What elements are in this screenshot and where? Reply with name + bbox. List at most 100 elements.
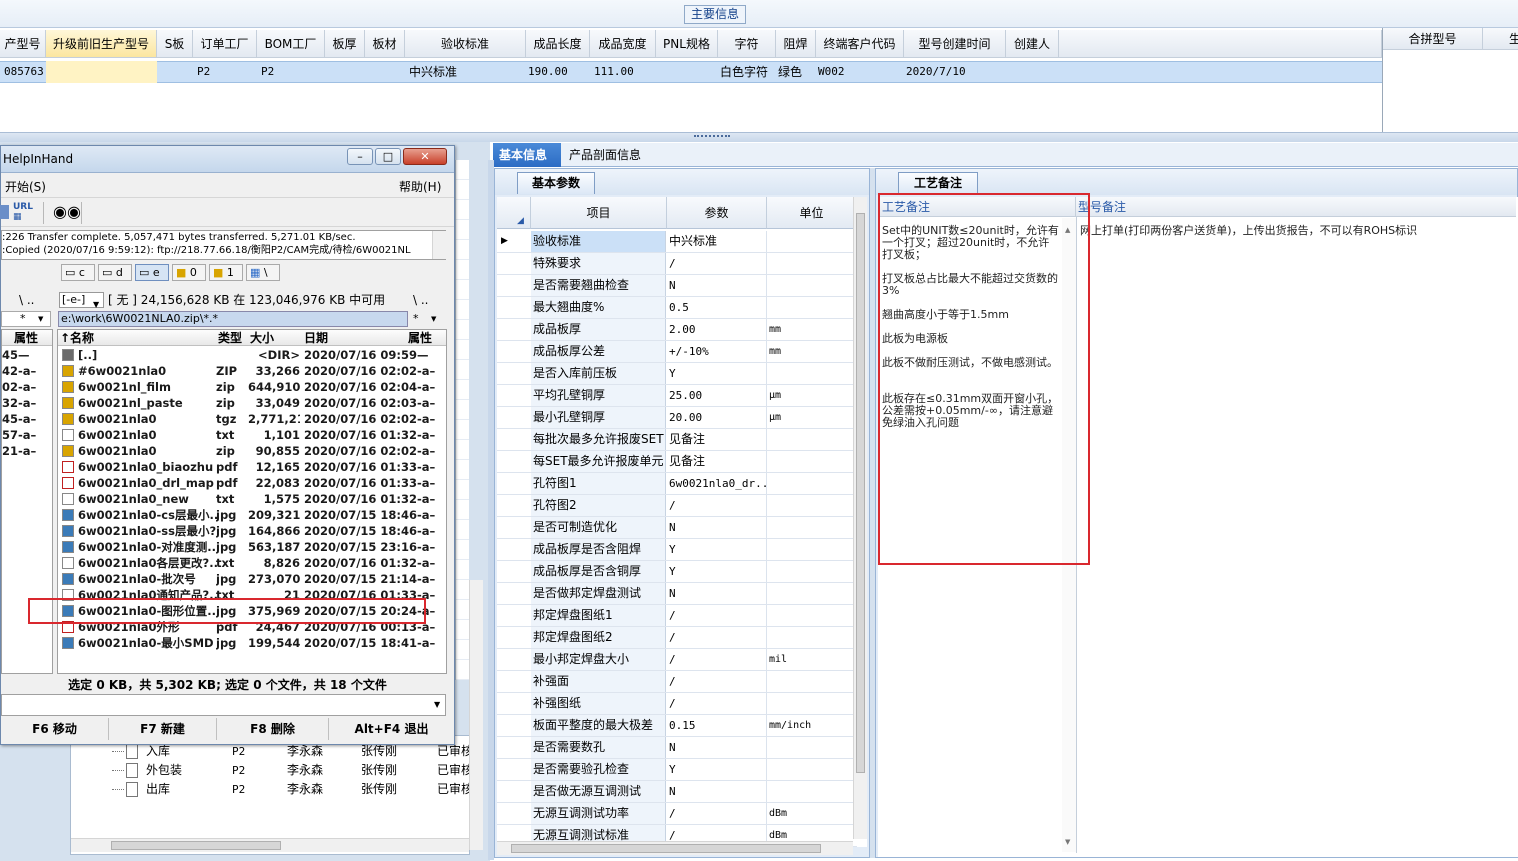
helpinhand-window[interactable]: HelpInHand – □ ✕ 开始(S) 帮助(H) URL ▦ ◉◉ :22… <box>0 145 455 745</box>
tree-hscrollbar[interactable] <box>71 838 469 852</box>
param-value[interactable]: Y <box>667 363 767 384</box>
file-row[interactable]: 6w0021nla0 tgz 2,771,218 2020/07/16 02:02-a… <box>58 411 446 427</box>
param-row[interactable]: 最大翘曲度% 0.5 <box>497 297 857 319</box>
param-unit[interactable] <box>767 737 855 758</box>
param-value[interactable]: N <box>667 275 767 296</box>
params-hscrollbar[interactable] <box>497 841 853 855</box>
param-row[interactable]: 每SET最多允许报废单元 见备注 <box>497 451 857 473</box>
chevron-down-icon[interactable]: ▼ <box>38 315 43 323</box>
param-value[interactable]: 见备注 <box>667 429 767 450</box>
cell-width[interactable]: 111.00 <box>590 61 656 83</box>
transfer-log[interactable]: :226 Transfer complete. 5,057,471 bytes … <box>1 230 446 260</box>
param-unit[interactable]: mm <box>767 319 855 340</box>
params-grid[interactable]: ◢ 项目 参数 单位 ▶ 验收标准 中兴标准 特殊要求 / 是否需要翘曲检查 N 最大翘曲度%… <box>497 197 867 847</box>
header-param[interactable]: 参数 <box>667 197 767 229</box>
tree-vscrollbar[interactable] <box>469 580 483 850</box>
left-filter[interactable]: * <box>20 312 26 325</box>
tree-hscroll-thumb[interactable] <box>111 841 281 850</box>
model-notes-header[interactable]: 型号备注 <box>1076 197 1516 217</box>
file-row[interactable]: 6w0021nl_film zip 644,910 2020/07/16 02:04-… <box>58 379 446 395</box>
param-value[interactable]: / <box>667 253 767 274</box>
chevron-down-icon[interactable]: ▼ <box>1065 838 1070 846</box>
minimize-button[interactable]: – <box>347 148 373 165</box>
col-width[interactable]: 成品宽度 <box>590 30 656 58</box>
param-value[interactable]: Y <box>667 539 767 560</box>
file-row[interactable]: #6w0021nla0 ZIP 33,266 2020/07/16 02:02-a– <box>58 363 446 379</box>
chevron-down-icon[interactable]: ▼ <box>434 700 440 709</box>
param-value[interactable]: / <box>667 605 767 626</box>
maximize-button[interactable]: □ <box>375 148 401 165</box>
param-value[interactable]: 见备注 <box>667 451 767 472</box>
close-button[interactable]: ✕ <box>403 148 447 165</box>
col-created[interactable]: 型号创建时间 <box>904 30 1006 58</box>
chevron-down-icon[interactable]: ▼ <box>93 295 99 310</box>
params-vscroll-thumb[interactable] <box>856 213 865 773</box>
file-row[interactable]: 6w0021nla0-ss层最小?.. jpg 164,866 2020/07/15 … <box>58 523 446 539</box>
left-path-nav[interactable]: \ .. <box>19 290 35 310</box>
url-icon[interactable]: URL ▦ <box>13 202 33 222</box>
f7-new-button[interactable]: F7 新建 <box>109 718 217 740</box>
param-value[interactable]: Y <box>667 759 767 780</box>
param-value[interactable]: 2.00 <box>667 319 767 340</box>
param-row[interactable]: 平均孔壁铜厚 25.00 μm <box>497 385 857 407</box>
param-value[interactable]: / <box>667 693 767 714</box>
col-order-factory[interactable]: 订单工厂 <box>193 30 257 58</box>
param-unit[interactable] <box>767 297 855 318</box>
left-file-row[interactable]: 02-a– <box>2 379 52 395</box>
header-unit[interactable]: 单位 <box>767 197 857 229</box>
param-unit[interactable] <box>767 627 855 648</box>
param-row[interactable]: 无源互调测试功率 / dBm <box>497 803 857 825</box>
left-splitter[interactable] <box>488 160 494 860</box>
param-row[interactable]: 是否入库前压板 Y <box>497 363 857 385</box>
param-value[interactable]: 6w0021nla0_dr... <box>667 473 767 494</box>
menu-start[interactable]: 开始(S) <box>5 178 46 195</box>
param-row[interactable]: 是否做无源互调测试 N <box>497 781 857 803</box>
param-unit[interactable]: mil <box>767 649 855 670</box>
drive-c[interactable]: ▭ c <box>61 264 95 281</box>
param-row[interactable]: 成品板厚公差 +/-10% mm <box>497 341 857 363</box>
param-value[interactable]: Y <box>667 561 767 582</box>
toolbar-icon[interactable] <box>0 205 9 219</box>
file-row[interactable]: 6w0021nla0-cs层最小.. jpg 209,321 2020/07/15 1… <box>58 507 446 523</box>
right-path-nav[interactable]: \ .. <box>413 290 429 310</box>
param-row[interactable]: 特殊要求 / <box>497 253 857 275</box>
header-size[interactable]: 大小 <box>250 330 304 346</box>
header-name[interactable]: ↑名称 <box>58 330 218 346</box>
col-material[interactable]: 板材 <box>365 30 405 58</box>
left-file-row[interactable]: 45-a– <box>2 411 52 427</box>
param-value[interactable]: N <box>667 517 767 538</box>
col-model[interactable]: 产型号 <box>0 30 46 58</box>
param-row[interactable]: ▶ 验收标准 中兴标准 <box>497 231 857 253</box>
param-row[interactable]: 每批次最多允许报废SET 见备注 <box>497 429 857 451</box>
col-solder[interactable]: 阻焊 <box>776 30 816 58</box>
tab-basic-params[interactable]: 基本参数 <box>517 172 595 194</box>
param-row[interactable]: 成品板厚是否含铜厚 Y <box>497 561 857 583</box>
param-value[interactable]: / <box>667 495 767 516</box>
param-row[interactable]: 成品板厚 2.00 mm <box>497 319 857 341</box>
param-unit[interactable] <box>767 759 855 780</box>
left-file-row[interactable]: 45— <box>2 347 52 363</box>
left-file-row[interactable]: 21-a– <box>2 443 52 459</box>
file-row[interactable]: 6w0021nla0-对准度测.. jpg 563,187 2020/07/15 23… <box>58 539 446 555</box>
splitter-grip[interactable] <box>694 135 730 139</box>
col-bom-factory[interactable]: BOM工厂 <box>257 30 325 58</box>
drive-1[interactable]: ■ 1 <box>209 264 243 281</box>
param-row[interactable]: 是否做邦定焊盘测试 N <box>497 583 857 605</box>
param-unit[interactable] <box>767 693 855 714</box>
tree-row[interactable]: 外包装 P2 李永森 张传刚 已审核 <box>112 761 473 780</box>
file-row[interactable]: 6w0021nla0-最小SMD jpg 199,544 2020/07/15 18:… <box>58 635 446 651</box>
drive-network[interactable]: ▦ \ <box>246 264 280 281</box>
left-file-row[interactable]: 32-a– <box>2 395 52 411</box>
param-unit[interactable] <box>767 231 855 252</box>
old-model-cell[interactable] <box>46 61 157 83</box>
splitter-bar[interactable] <box>0 132 1518 142</box>
param-unit[interactable] <box>767 583 855 604</box>
param-unit[interactable] <box>767 275 855 296</box>
param-value[interactable]: +/-10% <box>667 341 767 362</box>
left-attr-header[interactable]: 属性 <box>2 330 52 346</box>
param-row[interactable]: 成品板厚是否含阻焊 Y <box>497 539 857 561</box>
drive-e[interactable]: ▭ e <box>135 264 169 281</box>
param-row[interactable]: 是否需要数孔 N <box>497 737 857 759</box>
param-value[interactable]: N <box>667 737 767 758</box>
cell-length[interactable]: 190.00 <box>526 61 590 83</box>
